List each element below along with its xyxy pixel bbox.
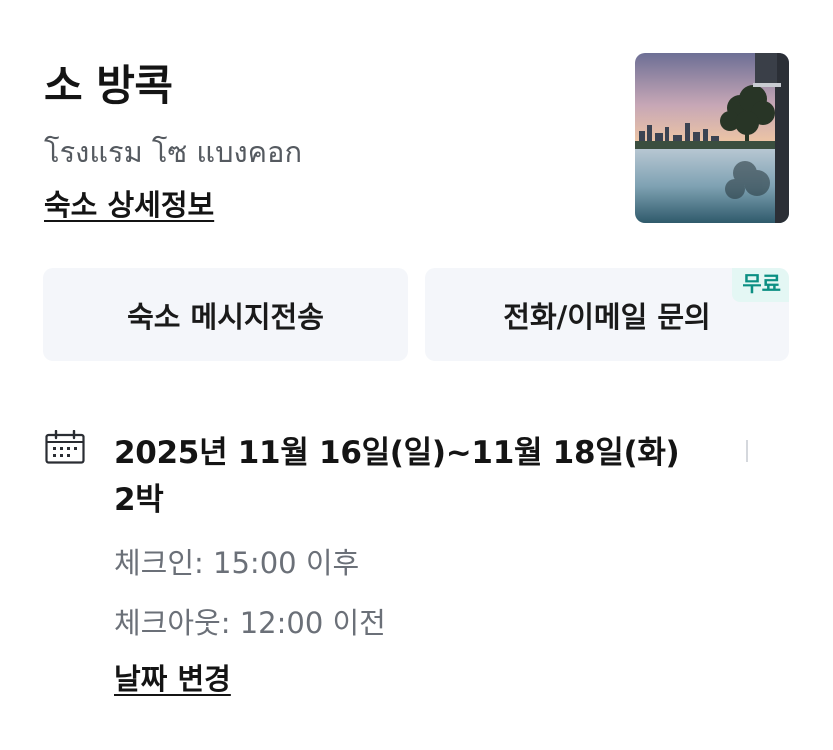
property-details-link[interactable]: 숙소 상세정보 <box>44 184 214 226</box>
calendar-icon <box>45 429 85 464</box>
hotel-name: 소 방콕 <box>44 61 173 110</box>
message-property-label: 숙소 메시지전송 <box>127 299 324 334</box>
hotel-photo <box>635 53 789 223</box>
contact-inquiry-button[interactable]: 전화/이메일 문의 무료 <box>425 268 789 361</box>
divider <box>746 440 748 462</box>
free-badge: 무료 <box>732 268 789 302</box>
checkout-time: 체크아웃: 12:00 이전 <box>114 606 386 640</box>
change-dates-link[interactable]: 날짜 변경 <box>114 658 231 700</box>
contact-inquiry-label: 전화/이메일 문의 <box>503 299 711 334</box>
stay-dates: 2025년 11월 16일(일)~11월 18일(화) 2박 <box>114 430 734 524</box>
hotel-thumbnail[interactable] <box>635 53 789 223</box>
stay-date-range: 2025년 11월 16일(일)~11월 18일(화) <box>114 435 680 471</box>
message-property-button[interactable]: 숙소 메시지전송 <box>43 268 408 361</box>
hotel-local-name: โรงแรม โซ แบงคอก <box>44 135 303 169</box>
stay-nights: 2박 <box>114 482 164 518</box>
checkin-time: 체크인: 15:00 이후 <box>114 546 360 580</box>
